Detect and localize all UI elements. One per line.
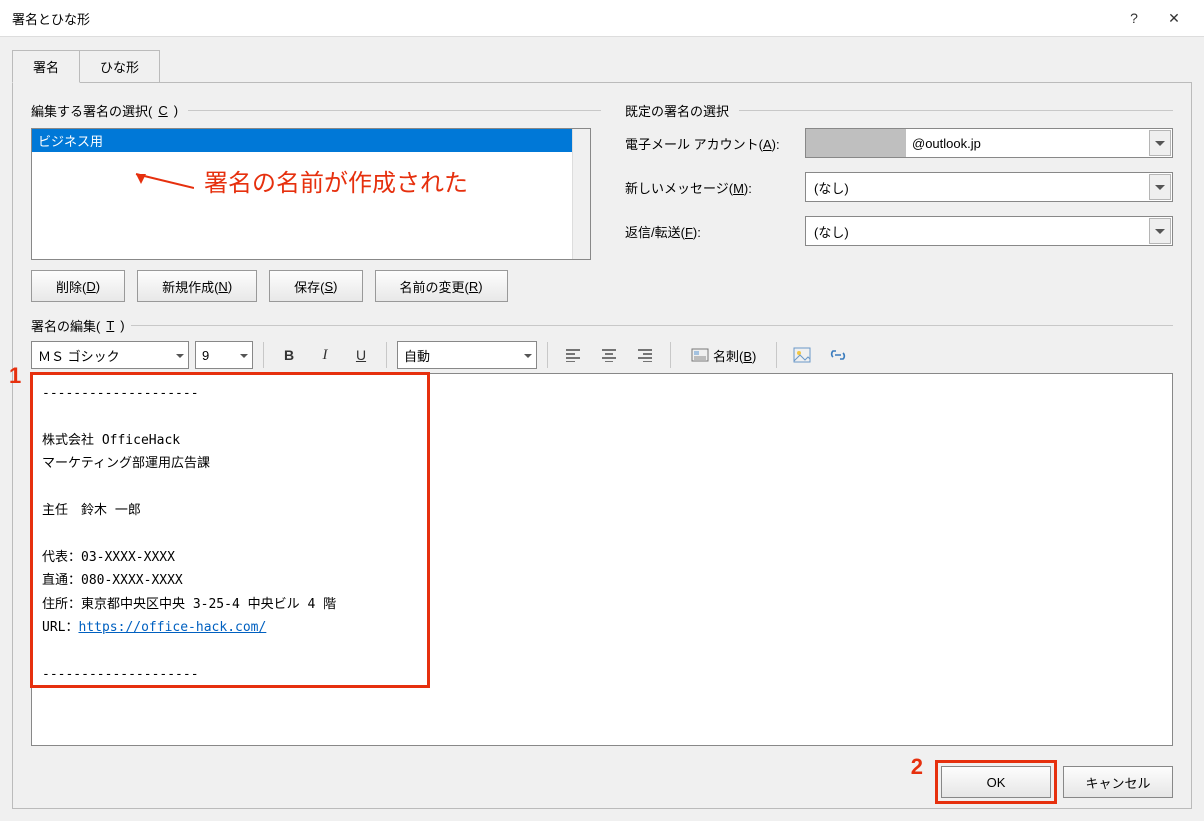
callout-number-2: 2	[911, 754, 923, 780]
titlebar: 署名とひな形 ? ✕	[0, 0, 1204, 36]
insert-link-icon[interactable]	[823, 341, 853, 369]
help-icon[interactable]: ?	[1114, 2, 1154, 34]
account-label: 電子メール アカウント(A):	[625, 134, 805, 153]
right-column: 既定の署名の選択 電子メール アカウント(A): @outlook.jp 新しい…	[625, 101, 1173, 302]
align-center-button[interactable]	[594, 341, 624, 369]
save-button[interactable]: 保存(S)	[269, 270, 362, 302]
editor-toolbar: ＭＳ ゴシック 9 B I U 自動 名刺(B)	[31, 341, 1173, 369]
chevron-down-icon[interactable]	[1149, 174, 1171, 200]
chevron-down-icon[interactable]	[1149, 130, 1171, 156]
signature-listbox[interactable]: ビジネス用 署名の名前が作成された	[31, 128, 591, 260]
reply-select[interactable]: (なし)	[805, 216, 1173, 246]
chevron-down-icon[interactable]	[1149, 218, 1171, 244]
dialog-footer: 2 OK キャンセル	[31, 746, 1173, 798]
underline-button[interactable]: U	[346, 341, 376, 369]
tab-strip: 署名 ひな形	[12, 51, 1192, 83]
editor-section-title: 署名の編集(T)	[31, 316, 1173, 335]
cancel-button[interactable]: キャンセル	[1063, 766, 1173, 798]
signature-editor[interactable]: -------------------- 株式会社 OfficeHack マーケ…	[31, 373, 1173, 746]
tab-signature[interactable]: 署名	[12, 50, 80, 83]
callout-number-1: 1	[9, 363, 21, 389]
listbox-scrollbar[interactable]	[572, 129, 590, 259]
tab-panel: 編集する署名の選択(C) ビジネス用 署名の名前が作成された 削除(D) 新規作…	[12, 82, 1192, 809]
newmsg-label: 新しいメッセージ(M):	[625, 178, 805, 197]
left-section-title: 編集する署名の選択(C)	[31, 101, 601, 120]
rename-button[interactable]: 名前の変更(R)	[375, 270, 508, 302]
annotation-label: 署名の名前が作成された	[132, 163, 468, 198]
ok-button[interactable]: OK	[941, 766, 1051, 798]
align-right-button[interactable]	[630, 341, 660, 369]
close-icon[interactable]: ✕	[1154, 2, 1194, 34]
insert-picture-icon[interactable]	[787, 341, 817, 369]
right-section-title: 既定の署名の選択	[625, 101, 1173, 120]
account-select[interactable]: @outlook.jp	[805, 128, 1173, 158]
delete-button[interactable]: 削除(D)	[31, 270, 125, 302]
color-select[interactable]: 自動	[397, 341, 537, 369]
left-column: 編集する署名の選択(C) ビジネス用 署名の名前が作成された 削除(D) 新規作…	[31, 101, 601, 302]
signature-url-link[interactable]: https://office-hack.com/	[78, 620, 266, 635]
dialog-body: 署名 ひな形 編集する署名の選択(C) ビジネス用 署名の名前が作成された	[0, 36, 1204, 821]
italic-button[interactable]: I	[310, 341, 340, 369]
bold-button[interactable]: B	[274, 341, 304, 369]
signature-list-item[interactable]: ビジネス用	[32, 129, 572, 152]
font-select[interactable]: ＭＳ ゴシック	[31, 341, 189, 369]
newmsg-select[interactable]: (なし)	[805, 172, 1173, 202]
window-title: 署名とひな形	[12, 9, 1114, 28]
business-card-button[interactable]: 名刺(B)	[681, 341, 766, 369]
account-redacted	[806, 129, 906, 157]
new-button[interactable]: 新規作成(N)	[137, 270, 257, 302]
reply-label: 返信/転送(F):	[625, 222, 805, 241]
tab-stationery[interactable]: ひな形	[79, 50, 160, 83]
align-left-button[interactable]	[558, 341, 588, 369]
font-size-select[interactable]: 9	[195, 341, 253, 369]
